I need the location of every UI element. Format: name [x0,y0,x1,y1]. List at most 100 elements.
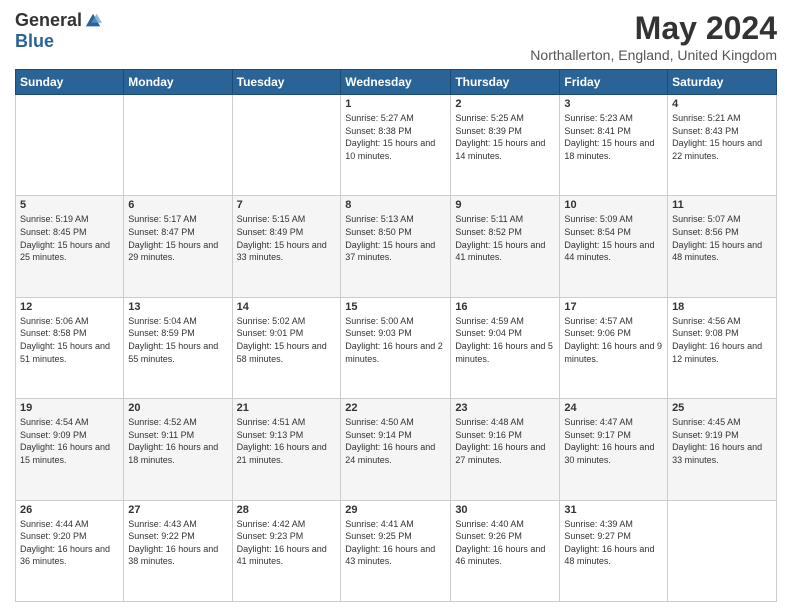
calendar-cell: 11 Sunrise: 5:07 AM Sunset: 8:56 PM Dayli… [668,196,777,297]
calendar-cell: 31 Sunrise: 4:39 AM Sunset: 9:27 PM Dayli… [560,500,668,601]
day-number: 31 [564,504,663,516]
day-info: Sunrise: 4:52 AM Sunset: 9:11 PM Dayligh… [128,416,227,466]
calendar-cell: 29 Sunrise: 4:41 AM Sunset: 9:25 PM Dayli… [341,500,451,601]
calendar-cell: 12Sunrise: 5:06 AM Sunset: 8:58 PM Dayli… [16,297,124,398]
week-row-4: 19 Sunrise: 4:54 AM Sunset: 9:09 PM Dayli… [16,399,777,500]
calendar-table: SundayMondayTuesdayWednesdayThursdayFrid… [15,69,777,602]
day-info: Sunrise: 5:11 AM Sunset: 8:52 PM Dayligh… [455,213,555,263]
week-row-2: 5 Sunrise: 5:19 AM Sunset: 8:45 PM Daylig… [16,196,777,297]
calendar-cell: 3 Sunrise: 5:23 AM Sunset: 8:41 PM Daylig… [560,95,668,196]
day-header-thursday: Thursday [451,70,560,95]
day-info: Sunrise: 4:43 AM Sunset: 9:22 PM Dayligh… [128,518,227,568]
day-number: 21 [237,402,337,414]
logo-blue-text: Blue [15,31,54,52]
calendar-cell: 8 Sunrise: 5:13 AM Sunset: 8:50 PM Daylig… [341,196,451,297]
calendar-cell: 16Sunrise: 4:59 AM Sunset: 9:04 PM Dayli… [451,297,560,398]
calendar-cell: 25 Sunrise: 4:45 AM Sunset: 9:19 PM Dayli… [668,399,777,500]
calendar-cell: 27 Sunrise: 4:43 AM Sunset: 9:22 PM Dayli… [124,500,232,601]
day-info: Sunrise: 4:48 AM Sunset: 9:16 PM Dayligh… [455,416,555,466]
day-info: Sunrise: 5:15 AM Sunset: 8:49 PM Dayligh… [237,213,337,263]
calendar-cell: 21Sunrise: 4:51 AM Sunset: 9:13 PM Dayli… [232,399,341,500]
day-number: 6 [128,199,227,211]
day-number: 7 [237,199,337,211]
day-header-wednesday: Wednesday [341,70,451,95]
day-number: 13 [128,301,227,313]
logo-icon [84,12,102,30]
logo: General Blue [15,10,102,52]
calendar-cell: 30 Sunrise: 4:40 AM Sunset: 9:26 PM Dayli… [451,500,560,601]
day-info: Sunrise: 5:07 AM Sunset: 8:56 PM Dayligh… [672,213,772,263]
header: General Blue May 2024 Northallerton, Eng… [15,10,777,63]
day-number: 9 [455,199,555,211]
page: General Blue May 2024 Northallerton, Eng… [0,0,792,612]
calendar-cell: 10 Sunrise: 5:09 AM Sunset: 8:54 PM Dayli… [560,196,668,297]
calendar-cell: 22 Sunrise: 4:50 AM Sunset: 9:14 PM Dayli… [341,399,451,500]
calendar-cell [124,95,232,196]
day-header-saturday: Saturday [668,70,777,95]
title-section: May 2024 Northallerton, England, United … [530,10,777,63]
day-number: 14 [237,301,337,313]
day-number: 11 [672,199,772,211]
calendar-cell: 15Sunrise: 5:00 AM Sunset: 9:03 PM Dayli… [341,297,451,398]
calendar-cell: 9 Sunrise: 5:11 AM Sunset: 8:52 PM Daylig… [451,196,560,297]
day-number: 22 [345,402,446,414]
day-info: Sunrise: 4:41 AM Sunset: 9:25 PM Dayligh… [345,518,446,568]
day-number: 30 [455,504,555,516]
day-info: Sunrise: 4:39 AM Sunset: 9:27 PM Dayligh… [564,518,663,568]
day-header-sunday: Sunday [16,70,124,95]
day-number: 25 [672,402,772,414]
calendar-cell: 17 Sunrise: 4:57 AM Sunset: 9:06 PM Dayli… [560,297,668,398]
day-info: Sunrise: 5:02 AM Sunset: 9:01 PM Dayligh… [237,315,337,365]
day-number: 4 [672,98,772,110]
day-header-tuesday: Tuesday [232,70,341,95]
calendar-cell: 14 Sunrise: 5:02 AM Sunset: 9:01 PM Dayli… [232,297,341,398]
day-number: 5 [20,199,119,211]
day-info: Sunrise: 4:54 AM Sunset: 9:09 PM Dayligh… [20,416,119,466]
calendar-cell: 13 Sunrise: 5:04 AM Sunset: 8:59 PM Dayli… [124,297,232,398]
calendar-cell: 4 Sunrise: 5:21 AM Sunset: 8:43 PM Daylig… [668,95,777,196]
day-info: Sunrise: 5:25 AM Sunset: 8:39 PM Dayligh… [455,112,555,162]
day-number: 10 [564,199,663,211]
day-header-friday: Friday [560,70,668,95]
week-row-5: 26Sunrise: 4:44 AM Sunset: 9:20 PM Dayli… [16,500,777,601]
calendar-cell: 24 Sunrise: 4:47 AM Sunset: 9:17 PM Dayli… [560,399,668,500]
day-info: Sunrise: 4:45 AM Sunset: 9:19 PM Dayligh… [672,416,772,466]
day-info: Sunrise: 5:23 AM Sunset: 8:41 PM Dayligh… [564,112,663,162]
calendar-cell: 19 Sunrise: 4:54 AM Sunset: 9:09 PM Dayli… [16,399,124,500]
day-info: Sunrise: 5:00 AM Sunset: 9:03 PM Dayligh… [345,315,446,365]
day-number: 26 [20,504,119,516]
calendar-cell: 5 Sunrise: 5:19 AM Sunset: 8:45 PM Daylig… [16,196,124,297]
calendar-cell [16,95,124,196]
calendar-cell: 7 Sunrise: 5:15 AM Sunset: 8:49 PM Daylig… [232,196,341,297]
day-number: 24 [564,402,663,414]
day-number: 2 [455,98,555,110]
day-number: 3 [564,98,663,110]
day-number: 20 [128,402,227,414]
calendar-cell: 20 Sunrise: 4:52 AM Sunset: 9:11 PM Dayli… [124,399,232,500]
day-info: Sunrise: 4:40 AM Sunset: 9:26 PM Dayligh… [455,518,555,568]
calendar-cell: 18Sunrise: 4:56 AM Sunset: 9:08 PM Dayli… [668,297,777,398]
day-info: Sunrise: 5:04 AM Sunset: 8:59 PM Dayligh… [128,315,227,365]
day-info: Sunrise: 4:57 AM Sunset: 9:06 PM Dayligh… [564,315,663,365]
day-number: 27 [128,504,227,516]
day-number: 19 [20,402,119,414]
location: Northallerton, England, United Kingdom [530,47,777,63]
calendar-cell: 1Sunrise: 5:27 AM Sunset: 8:38 PM Daylig… [341,95,451,196]
day-info: Sunrise: 5:21 AM Sunset: 8:43 PM Dayligh… [672,112,772,162]
day-info: Sunrise: 5:19 AM Sunset: 8:45 PM Dayligh… [20,213,119,263]
day-number: 8 [345,199,446,211]
day-info: Sunrise: 4:47 AM Sunset: 9:17 PM Dayligh… [564,416,663,466]
calendar-cell: 6Sunrise: 5:17 AM Sunset: 8:47 PM Daylig… [124,196,232,297]
header-row: SundayMondayTuesdayWednesdayThursdayFrid… [16,70,777,95]
day-info: Sunrise: 4:50 AM Sunset: 9:14 PM Dayligh… [345,416,446,466]
day-number: 28 [237,504,337,516]
day-info: Sunrise: 5:09 AM Sunset: 8:54 PM Dayligh… [564,213,663,263]
day-info: Sunrise: 5:13 AM Sunset: 8:50 PM Dayligh… [345,213,446,263]
day-number: 12 [20,301,119,313]
day-number: 29 [345,504,446,516]
day-number: 18 [672,301,772,313]
day-info: Sunrise: 4:59 AM Sunset: 9:04 PM Dayligh… [455,315,555,365]
day-number: 1 [345,98,446,110]
month-title: May 2024 [530,10,777,47]
day-number: 17 [564,301,663,313]
